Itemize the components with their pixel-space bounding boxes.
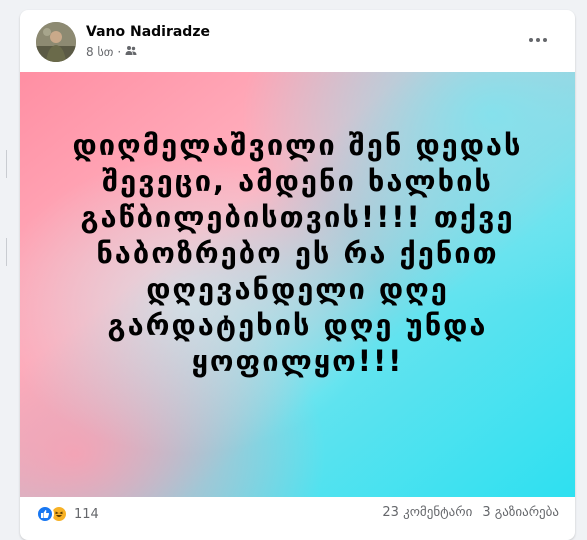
friends-icon <box>125 44 137 59</box>
post-time[interactable]: 8 სთ <box>86 45 113 59</box>
like-reaction-icon <box>36 505 54 523</box>
post-meta: 8 სთ · <box>86 44 137 59</box>
post-stats: 23 კომენტარი 3 გაზიარება <box>382 505 559 520</box>
comments-count-link[interactable]: 23 კომენტარი <box>382 505 472 520</box>
shares-count-link[interactable]: 3 გაზიარება <box>482 505 559 520</box>
more-options-button[interactable] <box>520 26 556 54</box>
left-page-edge <box>0 0 14 522</box>
more-options-icon <box>529 38 547 42</box>
post-text: დიღმელაშვილი შენ დედას შევეცი, ამდენი ხა… <box>72 128 523 378</box>
post-card: Vano Nadiradze 8 სთ · დიღმელაშვილი შენ დ… <box>20 10 575 540</box>
reactions-summary[interactable]: 114 <box>36 505 99 523</box>
reactions-count: 114 <box>74 506 99 522</box>
meta-separator: · <box>117 44 122 59</box>
post-header: Vano Nadiradze 8 სთ · <box>36 22 556 62</box>
avatar[interactable] <box>36 22 76 62</box>
post-footer: 114 23 კომენტარი 3 გაზიარება <box>36 505 559 529</box>
avatar-photo <box>36 22 76 62</box>
post-text-image[interactable]: დიღმელაშვილი შენ დედას შევეცი, ამდენი ხა… <box>20 72 575 497</box>
author-name[interactable]: Vano Nadiradze <box>86 24 210 40</box>
edge-divider <box>6 238 7 266</box>
edge-divider <box>6 150 7 178</box>
